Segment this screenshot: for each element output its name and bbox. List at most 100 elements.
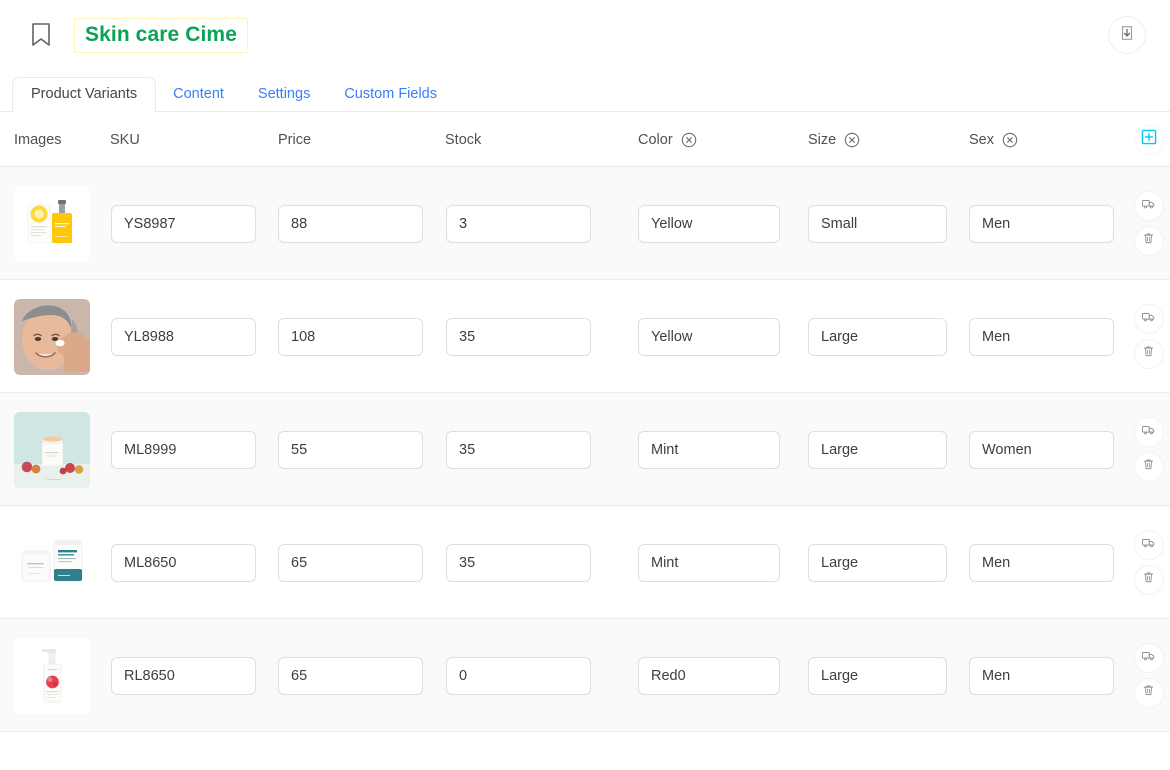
two-white-teal-jars-image <box>14 524 90 601</box>
size-input[interactable]: Small <box>808 204 947 243</box>
shipping-button[interactable] <box>1133 530 1164 560</box>
tab-content[interactable]: Content <box>156 78 241 113</box>
size-input[interactable]: Large <box>808 656 947 695</box>
download-button[interactable] <box>1108 16 1146 54</box>
remove-column-sex-icon[interactable] <box>1002 132 1018 148</box>
sex-input[interactable]: Men <box>969 204 1114 243</box>
page-title-field[interactable]: Skin care Cime <box>74 17 248 53</box>
sex-input[interactable]: Men <box>969 543 1114 582</box>
row-price-cell: 108 <box>278 317 445 356</box>
stock-input[interactable]: 0 <box>446 656 591 695</box>
bookmark-icon[interactable] <box>30 22 52 48</box>
column-header-stock: Stock <box>445 132 612 148</box>
remove-column-size-icon[interactable] <box>844 132 860 148</box>
yellow-serum-box-and-bottle-image <box>14 185 90 262</box>
delete-button[interactable] <box>1133 339 1164 369</box>
sku-input[interactable]: YS8987 <box>111 204 256 243</box>
column-label-size: Size <box>808 131 837 148</box>
product-thumbnail[interactable] <box>14 524 90 601</box>
row-actions <box>1127 643 1170 708</box>
stock-input[interactable]: 35 <box>446 317 591 356</box>
price-input[interactable]: 65 <box>278 543 423 582</box>
product-thumbnail[interactable] <box>14 298 90 375</box>
product-thumbnail[interactable] <box>14 185 90 262</box>
size-input[interactable]: Large <box>808 317 947 356</box>
tab-product-variants[interactable]: Product Variants <box>12 76 157 113</box>
page-title: Skin care Cime <box>85 22 237 46</box>
add-column-button[interactable] <box>1133 124 1164 155</box>
column-header-sex: Sex <box>947 132 1127 148</box>
price-input[interactable]: 55 <box>278 430 423 469</box>
truck-icon <box>1141 196 1156 216</box>
trash-icon <box>1141 570 1156 590</box>
plus-square-icon <box>1141 129 1157 150</box>
white-jar-with-berries-mint-background-image <box>14 411 90 488</box>
column-label-sku: SKU <box>110 131 140 148</box>
row-sex-cell: Men <box>947 656 1127 695</box>
row-sku-cell: ML8650 <box>110 543 278 582</box>
shipping-button[interactable] <box>1133 304 1164 334</box>
stock-input[interactable]: 35 <box>446 543 591 582</box>
sku-input[interactable]: ML8650 <box>111 543 256 582</box>
color-input[interactable]: Mint <box>638 543 780 582</box>
delete-button[interactable] <box>1133 678 1164 708</box>
row-image-cell <box>0 637 110 714</box>
product-thumbnail[interactable] <box>14 411 90 488</box>
white-spray-bottle-red-label-image <box>14 637 90 714</box>
remove-column-color-icon[interactable] <box>681 132 697 148</box>
stock-input[interactable]: 35 <box>446 430 591 469</box>
color-input[interactable]: Yellow <box>638 204 780 243</box>
variants-table: Images SKU Price Stock Color Size Sex YS… <box>0 112 1170 732</box>
price-input[interactable]: 88 <box>278 204 423 243</box>
color-input[interactable]: Red0 <box>638 656 780 695</box>
column-header-color: Color <box>612 132 780 148</box>
size-input[interactable]: Large <box>808 430 947 469</box>
size-input[interactable]: Large <box>808 543 947 582</box>
row-image-cell <box>0 524 110 601</box>
row-actions <box>1127 417 1170 482</box>
color-input[interactable]: Mint <box>638 430 780 469</box>
sku-input[interactable]: YL8988 <box>111 317 256 356</box>
sku-input[interactable]: RL8650 <box>111 656 256 695</box>
sex-input[interactable]: Men <box>969 656 1114 695</box>
row-stock-cell: 3 <box>445 204 612 243</box>
tab-settings[interactable]: Settings <box>241 78 327 113</box>
product-variants-page: Skin care Cime Product Variants Content … <box>0 0 1170 770</box>
row-image-cell <box>0 185 110 262</box>
tab-custom-fields[interactable]: Custom Fields <box>327 78 454 113</box>
row-sex-cell: Men <box>947 204 1127 243</box>
column-header-actions <box>1127 124 1170 155</box>
row-sku-cell: YL8988 <box>110 317 278 356</box>
truck-icon <box>1141 535 1156 555</box>
column-header-sku: SKU <box>110 132 278 148</box>
price-input[interactable]: 108 <box>278 317 423 356</box>
row-actions <box>1127 191 1170 256</box>
row-color-cell: Mint <box>612 430 780 469</box>
truck-icon <box>1141 309 1156 329</box>
sex-input[interactable]: Women <box>969 430 1114 469</box>
trash-icon <box>1141 457 1156 477</box>
shipping-button[interactable] <box>1133 417 1164 447</box>
row-size-cell: Large <box>780 656 947 695</box>
row-image-cell <box>0 298 110 375</box>
row-size-cell: Large <box>780 543 947 582</box>
delete-button[interactable] <box>1133 565 1164 595</box>
row-actions <box>1127 530 1170 595</box>
stock-input[interactable]: 3 <box>446 204 591 243</box>
table-row: ML8999 55 35 Mint Large Women <box>0 393 1170 506</box>
column-label-stock: Stock <box>445 131 482 148</box>
shipping-button[interactable] <box>1133 643 1164 673</box>
color-input[interactable]: Yellow <box>638 317 780 356</box>
shipping-button[interactable] <box>1133 191 1164 221</box>
product-thumbnail[interactable] <box>14 637 90 714</box>
price-input[interactable]: 65 <box>278 656 423 695</box>
delete-button[interactable] <box>1133 226 1164 256</box>
row-price-cell: 88 <box>278 204 445 243</box>
sku-input[interactable]: ML8999 <box>111 430 256 469</box>
trash-icon <box>1141 231 1156 251</box>
download-icon <box>1118 24 1136 47</box>
row-image-cell <box>0 411 110 488</box>
sex-input[interactable]: Men <box>969 317 1114 356</box>
row-sku-cell: YS8987 <box>110 204 278 243</box>
delete-button[interactable] <box>1133 452 1164 482</box>
